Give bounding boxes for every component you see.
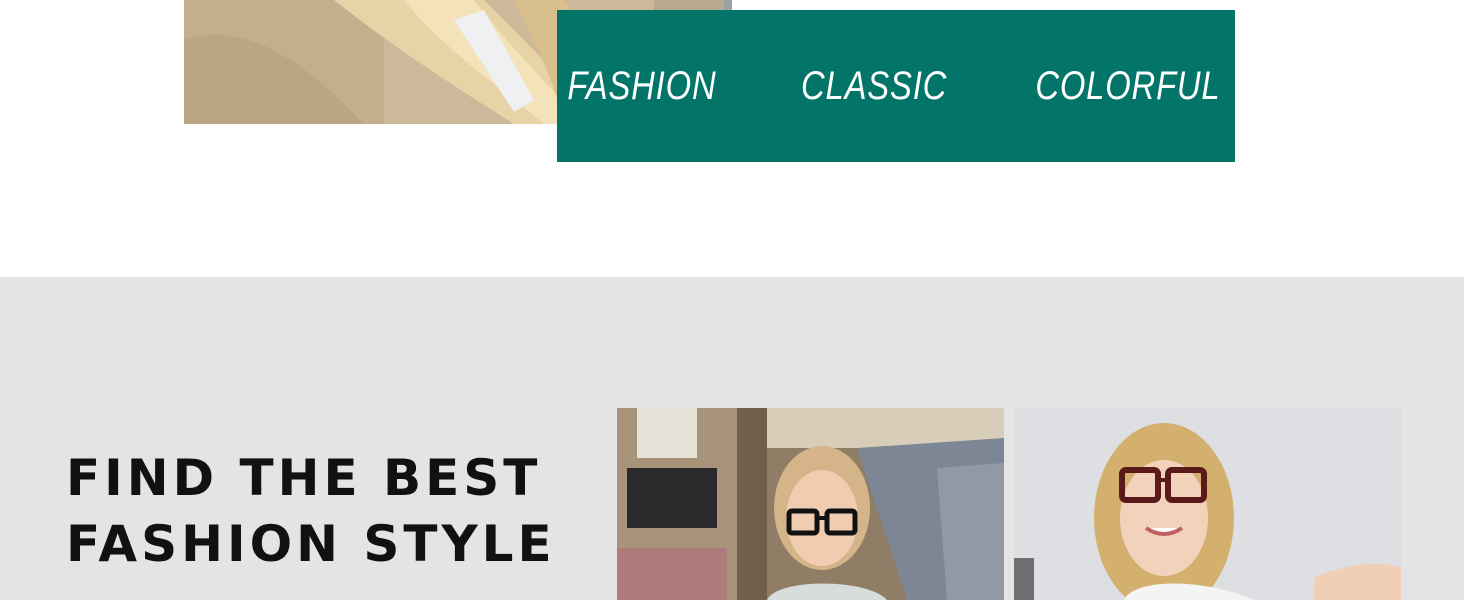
tag-classic: CLASSIC bbox=[800, 64, 948, 108]
tag-colorful: COLORFUL bbox=[1035, 64, 1221, 108]
page: FASHION CLASSIC COLORFUL FIND THE BEST F… bbox=[0, 0, 1464, 600]
headline-line-1: FIND THE BEST bbox=[66, 449, 542, 507]
woman-glasses-presenting-photo bbox=[1014, 408, 1401, 600]
feature-section: FIND THE BEST FASHION STYLE bbox=[0, 277, 1464, 600]
woman-glasses-sofa-photo bbox=[617, 408, 1004, 600]
tag-banner: FASHION CLASSIC COLORFUL bbox=[557, 10, 1235, 162]
headline-line-2: FASHION STYLE bbox=[66, 515, 556, 573]
feature-headline: FIND THE BEST FASHION STYLE bbox=[66, 445, 556, 577]
tag-fashion: FASHION bbox=[567, 64, 717, 108]
